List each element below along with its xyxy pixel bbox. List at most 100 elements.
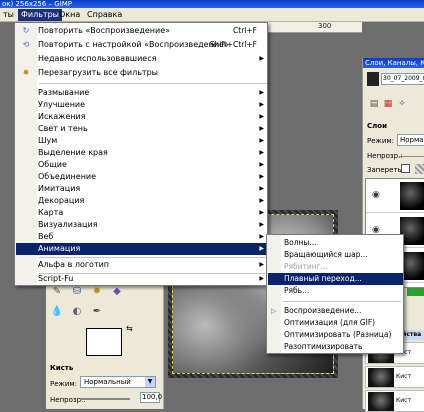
menu-item-animation[interactable]: Анимация ▶ [16, 243, 267, 255]
submenu-arrow-icon: ▶ [259, 185, 264, 192]
submenu-item-optimize-gif[interactable]: Оптимизация (для GIF) [268, 317, 403, 329]
submenu-item-burn-in[interactable]: Рябь... [268, 285, 403, 297]
blur-tool-icon[interactable]: ◆ [110, 284, 124, 298]
foreground-color-swatch[interactable] [86, 328, 122, 356]
menu-item-decor[interactable]: Декорация ▶ [16, 195, 267, 207]
ink-tool-icon[interactable]: ✒ [90, 304, 104, 318]
menu-item-blur[interactable]: Размывание ▶ [16, 87, 267, 99]
menu-item-label: Воспроизведение... [284, 306, 362, 315]
submenu-arrow-icon: ▶ [259, 275, 264, 282]
smudge-tool-icon[interactable]: 💧 [50, 304, 64, 318]
menubar-item-help[interactable]: Справка [84, 9, 125, 21]
menu-item-label: Общие [38, 160, 67, 169]
menu-item-label: Script-Fu [38, 274, 74, 283]
menu-item-distorts[interactable]: Искажения ▶ [16, 111, 267, 123]
menubar-item-partial[interactable]: ты [0, 9, 17, 21]
layer-row[interactable]: ◉ [366, 179, 424, 213]
menu-item-label: Волны... [284, 238, 317, 247]
menu-item-label: Анимация [38, 244, 81, 253]
image-selector[interactable]: 30_07_2009_0 [381, 73, 424, 85]
menu-separator [283, 301, 401, 302]
menu-item-label: Выделение края [38, 148, 108, 157]
shortcut-label: Shift+Ctrl+F [209, 40, 257, 49]
submenu-item-spinning-globe[interactable]: Вращающийся шар... [268, 249, 403, 261]
submenu-arrow-icon: ▶ [259, 197, 264, 204]
menu-item-edge-detect[interactable]: Выделение края ▶ [16, 147, 267, 159]
menu-item-reshow[interactable]: ⟲ Повторить с настройкой «Воспроизведени… [16, 39, 267, 51]
submenu-item-optimize-difference[interactable]: Оптимизировать (Разница) [268, 329, 403, 341]
swap-colors-icon[interactable]: ⇆ [126, 324, 133, 333]
heal-tool-icon[interactable]: ⛁ [70, 284, 84, 298]
menu-item-light-shadow[interactable]: Свет и тень ▶ [16, 123, 267, 135]
eye-icon[interactable]: ◉ [372, 190, 380, 200]
menu-item-render[interactable]: Визуализация ▶ [16, 219, 267, 231]
menu-item-label: Карта [38, 208, 64, 217]
menu-item-repeat[interactable]: ↻ Повторить «Воспроизведение» Ctrl+F [16, 25, 267, 37]
menu-item-map[interactable]: Карта ▶ [16, 207, 267, 219]
layers-label: Слои [367, 122, 387, 130]
dock-opacity-slider[interactable] [399, 156, 424, 157]
window-title: ок) 256x256 – GIMP [0, 0, 424, 8]
animation-submenu: Волны... Вращающийся шар... Рябитинг... … [266, 234, 404, 354]
reload-icon: ✸ [22, 68, 30, 77]
menu-item-recent[interactable]: Недавно использовавшиеся ▶ [16, 53, 267, 65]
lock-pixels-checkbox[interactable] [401, 164, 410, 173]
channels-tab-icon[interactable]: ▦ [381, 98, 395, 110]
submenu-arrow-icon: ▶ [259, 149, 264, 156]
menu-item-artistic[interactable]: Имитация ▶ [16, 183, 267, 195]
menu-item-alpha-to-logo[interactable]: Альфа в логотип ▶ [16, 259, 267, 271]
menubar-item-windows[interactable]: Окна [56, 9, 83, 21]
menu-item-label: Улучшение [38, 100, 86, 109]
submenu-arrow-icon: ▶ [259, 137, 264, 144]
shortcut-label: Ctrl+F [233, 26, 257, 35]
brush-item[interactable]: Кист [365, 366, 424, 388]
opacity-slider[interactable] [80, 398, 130, 400]
reshow-icon: ⟲ [22, 40, 30, 49]
submenu-arrow-icon: ▶ [259, 161, 264, 168]
menu-item-enhance[interactable]: Улучшение ▶ [16, 99, 267, 111]
submenu-arrow-icon: ▶ [259, 89, 264, 96]
submenu-item-blend[interactable]: Плавный переход... [268, 273, 403, 285]
lock-alpha-icon[interactable] [415, 164, 424, 174]
submenu-arrow-icon: ▶ [259, 173, 264, 180]
submenu-item-unoptimize[interactable]: Разоптимизировать [268, 341, 403, 353]
submenu-arrow-icon: ▶ [259, 125, 264, 132]
menu-item-combine[interactable]: Объединение ▶ [16, 171, 267, 183]
submenu-item-waves[interactable]: Волны... [268, 237, 403, 249]
lock-label: Запереть: [367, 166, 404, 174]
submenu-arrow-icon: ▶ [259, 101, 264, 108]
menu-item-generic[interactable]: Общие ▶ [16, 159, 267, 171]
menu-item-web[interactable]: Веб ▶ [16, 231, 267, 243]
menu-item-noise[interactable]: Шум ▶ [16, 135, 267, 147]
menu-item-label: Плавный переход... [284, 274, 362, 283]
menu-item-reset[interactable]: ✸ Перезагрузить все фильтры [16, 67, 267, 79]
tool-options-title: Кисть [50, 364, 74, 372]
dock-title: Слои, Каналы, Ко [363, 58, 424, 68]
submenu-arrow-icon: ▶ [259, 209, 264, 216]
menu-item-label: Альфа в логотип [38, 260, 110, 269]
chevron-down-icon[interactable]: ▼ [145, 377, 155, 387]
brush-label: Кист [396, 397, 411, 404]
menu-item-label: Свет и тень [38, 124, 88, 133]
dock-mode-select[interactable]: Нормал [397, 134, 424, 146]
brush-thumbnail [368, 392, 394, 411]
menu-item-label: Разоптимизировать [284, 342, 363, 351]
perspective-clone-icon[interactable]: ✹ [90, 284, 104, 298]
dodge-tool-icon[interactable]: ◐ [70, 304, 84, 318]
dock-mode-label: Режим: [367, 137, 395, 145]
opacity-value-field[interactable]: 100,0 [140, 392, 162, 403]
menu-item-label: Декорация [38, 196, 85, 205]
new-layer-button[interactable] [407, 288, 424, 296]
menu-item-label: Имитация [38, 184, 81, 193]
menubar: ты Фильтры Окна Справка [0, 8, 424, 22]
layers-tab-icon[interactable]: ▤ [367, 98, 381, 110]
menu-item-label: Рябитинг... [284, 262, 328, 271]
mode-select[interactable]: Нормальный ▼ [80, 376, 156, 388]
clone-tool-icon[interactable]: ✎ [50, 284, 64, 298]
brush-label: Кист [396, 373, 411, 380]
menu-item-label: Веб [38, 232, 54, 241]
menu-item-label: Оптимизировать (Разница) [284, 330, 392, 339]
submenu-item-playback[interactable]: ▷ Воспроизведение... [268, 305, 403, 317]
paths-tab-icon[interactable]: ✧ [395, 98, 409, 110]
menu-item-script-fu[interactable]: Script-Fu ▶ [16, 273, 267, 285]
